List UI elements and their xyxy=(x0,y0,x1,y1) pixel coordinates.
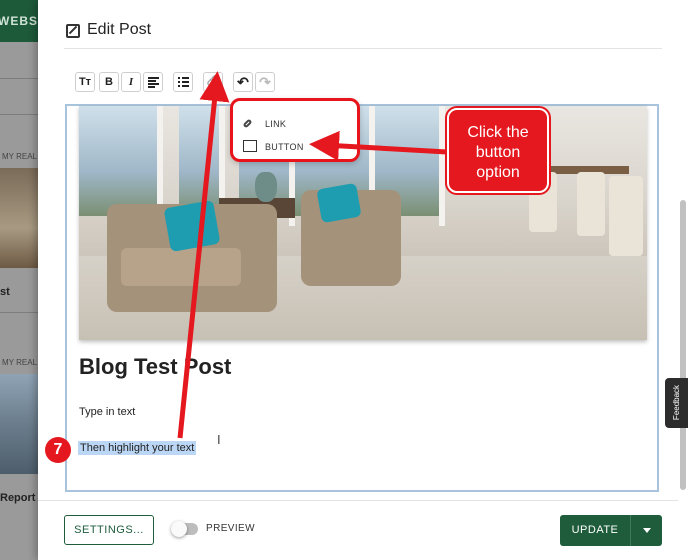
italic-button[interactable]: I xyxy=(121,72,141,92)
post-image xyxy=(79,106,647,340)
link-button[interactable]: 🔗 xyxy=(203,72,223,92)
text-cursor-icon: I xyxy=(217,432,221,447)
instruction-callout: Click the button option xyxy=(447,108,549,193)
photo-window xyxy=(79,106,159,216)
bg-card-thumbnail xyxy=(0,374,40,474)
bg-divider xyxy=(0,114,40,115)
photo-chair xyxy=(577,172,605,236)
undo-button[interactable]: ↶ xyxy=(233,72,253,92)
photo-pillow xyxy=(163,199,221,253)
align-left-icon xyxy=(148,77,159,88)
link-icon: 🔗 xyxy=(206,76,220,87)
link-icon xyxy=(242,118,253,129)
edit-icon xyxy=(66,24,80,38)
toggle-knob xyxy=(171,521,187,537)
preview-label: PREVIEW xyxy=(206,523,255,534)
body-paragraph[interactable]: Type in text xyxy=(79,406,135,418)
link-dropdown-menu: LINK BUTTON xyxy=(230,98,360,162)
background-header: WEBSI xyxy=(0,0,40,42)
post-editor[interactable]: Blog Test Post Type in text Then highlig… xyxy=(65,104,659,492)
redo-button[interactable]: ↷ xyxy=(255,72,275,92)
update-button[interactable]: UPDATE xyxy=(560,515,630,546)
list-icon xyxy=(178,77,189,87)
photo-sofa-seat xyxy=(121,248,241,286)
button-square-icon xyxy=(243,140,257,152)
photo-pillow xyxy=(316,182,362,224)
bg-card-title: st xyxy=(0,286,10,298)
bg-card-title: Report xyxy=(0,492,36,504)
feedback-tab[interactable]: Feedback xyxy=(665,378,688,428)
bg-card-thumbnail xyxy=(0,168,40,268)
highlighted-text[interactable]: Then highlight your text xyxy=(78,441,197,455)
update-dropdown-button[interactable] xyxy=(630,515,662,546)
photo-window xyxy=(179,106,219,216)
photo-vase xyxy=(255,172,277,202)
bg-divider xyxy=(0,312,40,313)
modal-title: Edit Post xyxy=(87,21,152,38)
settings-button[interactable]: SETTINGS... xyxy=(64,515,154,545)
background-column: MY REAL E st MY REAL E Report xyxy=(0,42,44,560)
text-size-button[interactable]: Tт xyxy=(75,72,95,92)
scrollbar-thumb[interactable] xyxy=(680,200,686,490)
preview-toggle[interactable] xyxy=(171,521,198,537)
step-number-badge: 7 xyxy=(45,437,71,463)
bg-divider xyxy=(0,78,40,79)
align-button[interactable] xyxy=(143,72,163,92)
list-button[interactable] xyxy=(173,72,193,92)
photo-chair xyxy=(609,176,643,256)
post-title[interactable]: Blog Test Post xyxy=(79,354,231,380)
photo-window-frame xyxy=(439,106,445,226)
modal-footer: SETTINGS... PREVIEW UPDATE xyxy=(38,500,678,560)
modal-header: Edit Post × xyxy=(64,0,688,49)
edit-post-modal: Edit Post × Tт B I 🔗 ↶ ↷ xyxy=(38,0,688,560)
bold-button[interactable]: B xyxy=(99,72,119,92)
